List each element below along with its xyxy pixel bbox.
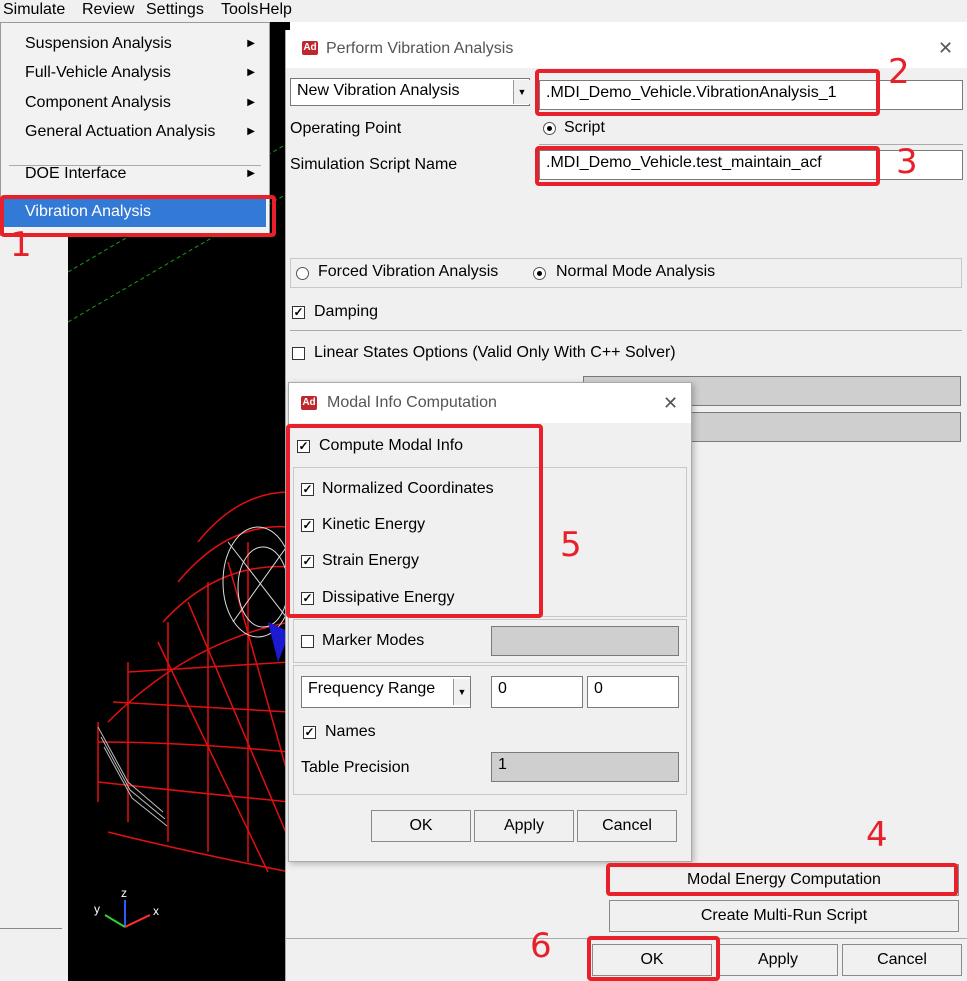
modal-title-bar: Ad Modal Info Computation ✕ — [289, 383, 691, 423]
frequency-range-value: Frequency Range — [308, 680, 436, 697]
ad-logo-icon: Ad — [301, 396, 317, 410]
submenu-arrow-icon: ▶ — [247, 38, 255, 49]
analysis-mode-select[interactable]: New Vibration Analysis — [290, 78, 530, 106]
submenu-arrow-icon: ▶ — [247, 126, 255, 137]
annotation-box-6 — [587, 936, 720, 981]
damping-label: Damping — [314, 303, 379, 320]
frequency-to-field[interactable]: 0 — [587, 676, 679, 708]
forced-vibration-label: Forced Vibration Analysis — [318, 263, 499, 280]
create-multi-run-script-button[interactable]: Create Multi-Run Script — [609, 900, 959, 932]
submenu-arrow-icon: ▶ — [247, 67, 255, 78]
menu-simulate[interactable]: Simulate — [3, 1, 65, 19]
close-icon[interactable]: ✕ — [663, 393, 678, 414]
dialog-title: Perform Vibration Analysis — [326, 40, 514, 57]
menu-help[interactable]: Help — [259, 1, 292, 19]
analysis-mode-value: New Vibration Analysis — [297, 82, 460, 99]
apply-button[interactable]: Apply — [718, 944, 838, 976]
modal-cancel-button[interactable]: Cancel — [577, 810, 677, 842]
annotation-label-5: 5 — [560, 525, 582, 565]
annotation-label-1: 1 — [10, 225, 32, 265]
linear-states-checkbox[interactable] — [292, 347, 305, 360]
frequency-range-select[interactable]: Frequency Range — [301, 676, 471, 708]
divider — [290, 330, 962, 331]
operating-point-value: Script — [564, 119, 605, 136]
annotation-box-1 — [0, 195, 276, 237]
modal-apply-button[interactable]: Apply — [474, 810, 574, 842]
marker-modes-label: Marker Modes — [322, 632, 425, 649]
annotation-label-3: 3 — [896, 142, 918, 182]
menu-tools[interactable]: Tools — [221, 1, 258, 19]
menu-item-full-vehicle[interactable]: Full-Vehicle Analysis — [25, 64, 171, 82]
modal-title: Modal Info Computation — [327, 394, 497, 411]
annotation-label-4: 4 — [866, 815, 888, 855]
menu-item-general-actuation[interactable]: General Actuation Analysis — [25, 123, 215, 141]
axis-y-label: y — [94, 902, 100, 916]
operating-point-label: Operating Point — [290, 120, 402, 137]
frequency-from-field[interactable]: 0 — [491, 676, 583, 708]
modal-ok-button[interactable]: OK — [371, 810, 471, 842]
menu-item-component[interactable]: Component Analysis — [25, 94, 171, 112]
names-label: Names — [325, 723, 376, 740]
axis-x-label: x — [153, 904, 159, 918]
menu-bar: Simulate Review Settings Tools Help — [0, 0, 967, 22]
normal-mode-radio[interactable] — [533, 267, 546, 280]
submenu-arrow-icon: ▶ — [247, 97, 255, 108]
annotation-box-3 — [535, 146, 880, 186]
annotation-box-4 — [606, 863, 958, 896]
left-divider — [0, 928, 62, 929]
script-radio[interactable] — [543, 122, 556, 135]
dialog-title-bar: Ad Perform Vibration Analysis ✕ — [286, 30, 967, 68]
axis-triad: z x y — [90, 885, 170, 935]
annotation-label-2: 2 — [888, 52, 910, 92]
damping-checkbox[interactable]: ✓ — [292, 306, 305, 319]
normal-mode-label: Normal Mode Analysis — [556, 263, 716, 280]
submenu-arrow-icon: ▶ — [247, 168, 255, 179]
chevron-down-icon[interactable]: ▼ — [453, 679, 470, 705]
annotation-label-6: 6 — [530, 926, 552, 966]
annotation-box-2 — [535, 69, 880, 116]
axis-z-label: z — [121, 886, 127, 900]
menu-item-doe-interface[interactable]: DOE Interface — [25, 165, 126, 183]
chevron-down-icon[interactable]: ▼ — [513, 80, 530, 104]
marker-modes-field — [491, 626, 679, 656]
cancel-button[interactable]: Cancel — [842, 944, 962, 976]
close-icon[interactable]: ✕ — [938, 38, 953, 59]
names-checkbox[interactable]: ✓ — [303, 726, 316, 739]
annotation-box-5 — [286, 424, 543, 618]
table-precision-field: 1 — [491, 752, 679, 782]
table-precision-label: Table Precision — [301, 759, 410, 776]
menu-settings[interactable]: Settings — [146, 1, 204, 19]
ad-logo-icon: Ad — [302, 41, 318, 55]
linear-states-label: Linear States Options (Valid Only With C… — [314, 344, 676, 361]
menu-review[interactable]: Review — [82, 1, 134, 19]
menu-item-suspension[interactable]: Suspension Analysis — [25, 35, 172, 53]
marker-modes-checkbox[interactable] — [301, 635, 314, 648]
script-name-label: Simulation Script Name — [290, 156, 458, 173]
forced-vibration-radio[interactable] — [296, 267, 309, 280]
